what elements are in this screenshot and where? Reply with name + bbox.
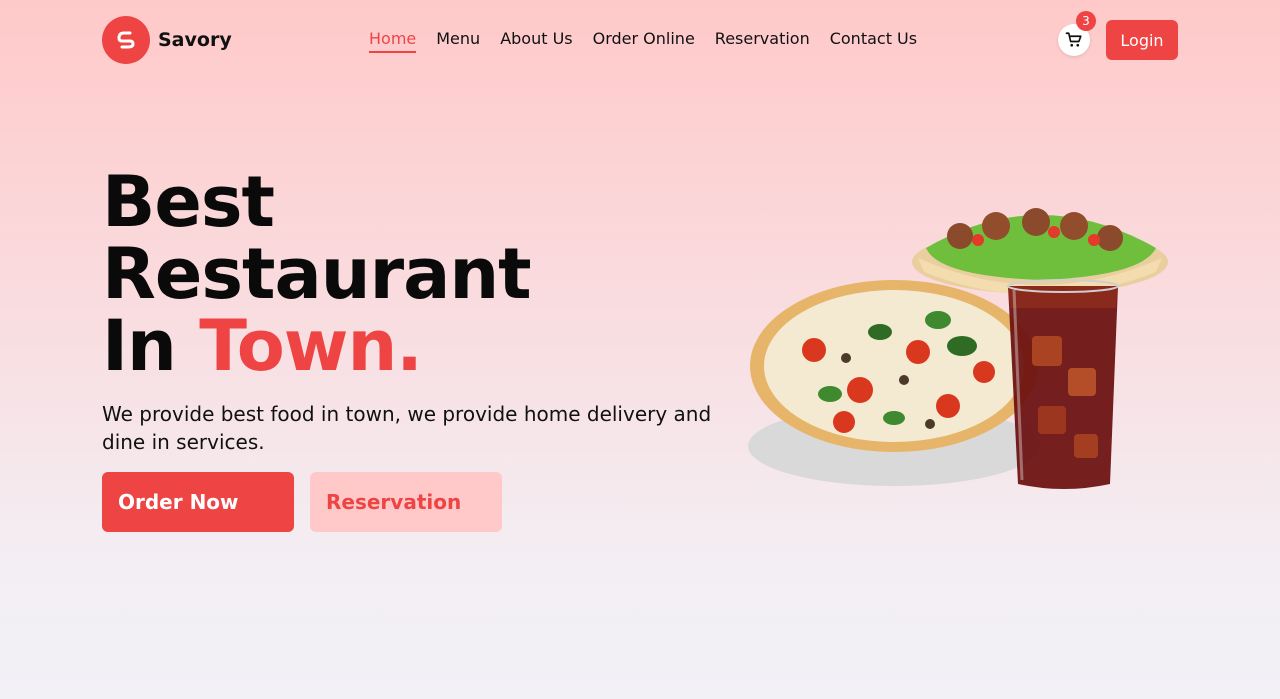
nav-contact-us[interactable]: Contact Us (830, 28, 917, 53)
order-now-button[interactable]: Order Now (102, 472, 294, 532)
brand-logo[interactable]: Savory (102, 16, 232, 64)
nav-order-online[interactable]: Order Online (593, 28, 695, 53)
hero-title-line-1: Best (102, 161, 275, 243)
hero-description: We provide best food in town, we provide… (102, 402, 712, 454)
nav-about-us[interactable]: About Us (500, 28, 572, 53)
nav-menu[interactable]: Menu (436, 28, 480, 53)
reservation-button[interactable]: Reservation (310, 472, 502, 532)
nav-reservation[interactable]: Reservation (715, 28, 810, 53)
hero-title-line-2: Restaurant (102, 233, 532, 315)
hero-title: Best Restaurant In Town. (102, 166, 532, 382)
hero-title-accent: Town. (199, 305, 423, 387)
main-nav: Home Menu About Us Order Online Reservat… (369, 28, 917, 53)
login-button[interactable]: Login (1106, 20, 1178, 60)
shopping-cart-icon (1065, 32, 1082, 47)
pizza-sandwich-cola-image (748, 200, 1168, 500)
swirl-s-logo-icon (102, 16, 150, 64)
brand-name: Savory (158, 29, 232, 51)
site-header: Savory Home Menu About Us Order Online R… (0, 0, 1280, 80)
hero-title-line-3-prefix: In (102, 305, 200, 387)
nav-home[interactable]: Home (369, 28, 417, 53)
cart-count-badge: 3 (1076, 11, 1096, 31)
cart-button[interactable]: 3 (1058, 11, 1096, 56)
